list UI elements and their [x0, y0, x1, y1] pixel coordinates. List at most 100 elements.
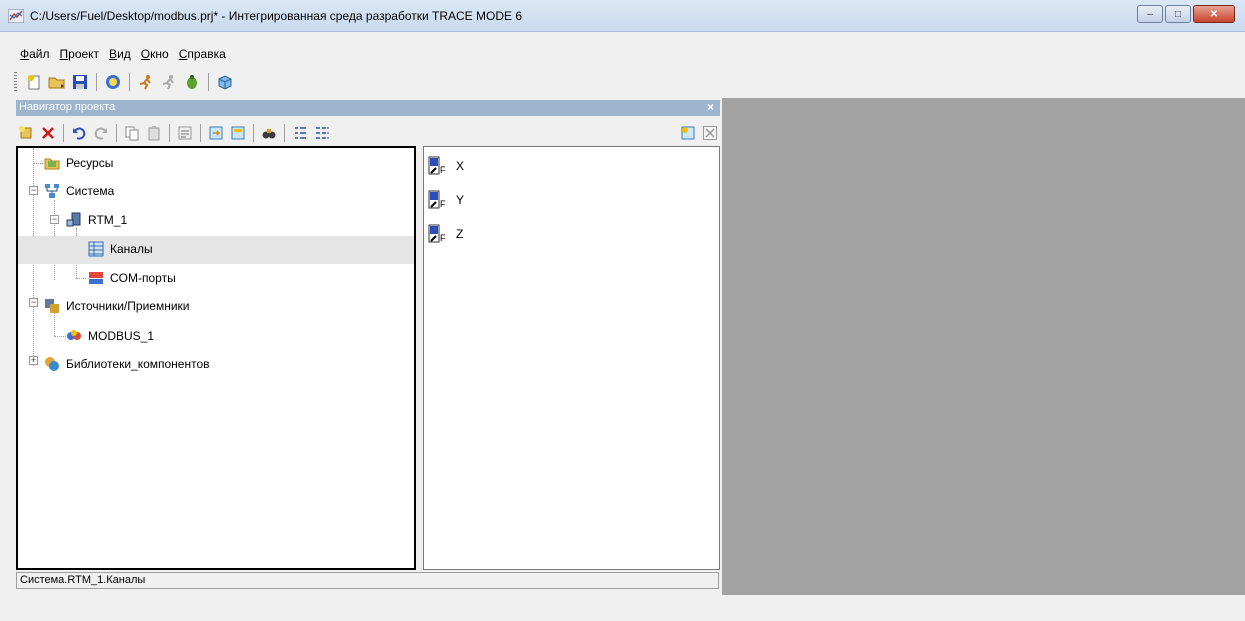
list-item-channel-z[interactable]: F Z [428, 223, 463, 245]
collapse-toggle-sources[interactable]: − [29, 298, 38, 307]
toolbar-separator [208, 73, 209, 91]
selection-path-bar: Система.RTM_1.Каналы [16, 572, 719, 589]
tree-item-modbus1[interactable]: MODBUS_1 [66, 326, 154, 346]
toolbar-separator [116, 124, 117, 142]
toolbar-separator [253, 124, 254, 142]
info-button[interactable] [103, 72, 123, 92]
detail-view-button[interactable] [312, 123, 332, 143]
box-icon [218, 75, 232, 90]
navigator-toolbar [16, 120, 720, 146]
runner-icon [139, 75, 151, 90]
network-icon [45, 184, 59, 198]
create-node-button[interactable] [16, 123, 36, 143]
navigator-header: Навигатор проекта × [16, 100, 720, 116]
tree-item-component-libraries[interactable]: Библиотеки_компонентов [44, 354, 210, 374]
float-channel-icon: F [428, 224, 446, 243]
tree-item-channels[interactable]: Каналы [88, 239, 153, 259]
tree-item-resources[interactable]: Ресурсы [44, 153, 113, 173]
panel-close-icon [703, 126, 717, 140]
rtm-node-icon [66, 212, 81, 227]
menu-bar: Файл Проект Вид Окно Справка [0, 44, 232, 64]
com-port-icon [89, 272, 103, 284]
properties-button[interactable] [175, 123, 195, 143]
tree-item-com-ports[interactable]: COM-порты [88, 268, 176, 288]
run-button[interactable] [136, 72, 156, 92]
run-disabled-button[interactable] [159, 72, 179, 92]
paste-icon [148, 126, 160, 141]
toolbar-separator [129, 73, 130, 91]
copy-button[interactable] [122, 123, 142, 143]
export-button[interactable] [206, 123, 226, 143]
project-tree[interactable]: − − − + Ресурсы Система RTM_1 Каналы COM… [16, 146, 416, 570]
list-item-channel-x[interactable]: F X [428, 155, 464, 177]
toolbar-separator [96, 73, 97, 91]
selection-path: Система.RTM_1.Каналы [20, 574, 146, 586]
channels-icon [88, 241, 104, 257]
compile-button[interactable] [215, 72, 235, 92]
new-project-button[interactable] [24, 72, 44, 92]
toolbar-separator [284, 124, 285, 142]
tree-connector [33, 163, 43, 164]
menu-project[interactable]: Проект [56, 44, 106, 64]
open-project-button[interactable] [47, 72, 67, 92]
maximize-button[interactable]: □ [1165, 5, 1191, 23]
panel-close-button[interactable] [700, 123, 720, 143]
workspace-area [722, 98, 1245, 595]
trace-mode-app-icon [8, 9, 24, 23]
debug-button[interactable] [182, 72, 202, 92]
collapse-toggle-rtm1[interactable]: − [50, 215, 59, 224]
resources-folder-icon [44, 158, 60, 170]
expand-toggle-libraries[interactable]: + [29, 356, 38, 365]
binoculars-icon [262, 129, 276, 139]
import-button[interactable] [228, 123, 248, 143]
main-toolbar [14, 70, 235, 94]
minimize-icon: – [1147, 8, 1153, 20]
minimize-button[interactable]: – [1137, 5, 1163, 23]
close-button[interactable]: ✕ [1193, 5, 1235, 23]
float-channel-icon: F [428, 156, 446, 175]
menu-help[interactable]: Справка [175, 44, 232, 64]
copy-icon [125, 126, 139, 141]
properties-icon [178, 126, 192, 140]
save-button[interactable] [70, 72, 90, 92]
undo-button[interactable] [69, 123, 89, 143]
detail-view-icon [316, 127, 329, 139]
runner-gray-icon [162, 75, 174, 90]
delete-button[interactable] [38, 123, 58, 143]
panel-options-button[interactable] [678, 123, 698, 143]
redo-icon [94, 127, 107, 140]
tree-item-sources-receivers[interactable]: Источники/Приемники [44, 296, 189, 316]
panel-settings-icon [681, 126, 695, 140]
undo-icon [73, 127, 86, 140]
redo-button[interactable] [91, 123, 111, 143]
new-file-icon [28, 75, 40, 90]
info-icon [106, 75, 120, 89]
float-channel-icon: F [428, 190, 446, 209]
tree-connector [54, 336, 66, 337]
tree-item-system[interactable]: Система [44, 181, 114, 201]
list-item-channel-y[interactable]: F Y [428, 189, 464, 211]
menu-file[interactable]: Файл [16, 44, 56, 64]
paste-button[interactable] [144, 123, 164, 143]
new-node-icon [19, 126, 32, 139]
channel-list[interactable]: F X F Y F Z [423, 146, 720, 570]
save-icon [73, 75, 87, 89]
sources-icon [45, 299, 59, 313]
toolbar-grip[interactable] [14, 72, 17, 92]
list-view-button[interactable] [290, 123, 310, 143]
menu-window[interactable]: Окно [137, 44, 175, 64]
find-button[interactable] [259, 123, 279, 143]
import-icon [231, 126, 245, 140]
tree-selection-highlight [18, 236, 414, 264]
delete-icon [42, 127, 54, 139]
tree-connector [76, 278, 86, 279]
tree-item-rtm1[interactable]: RTM_1 [66, 210, 127, 230]
close-icon: ✕ [1209, 8, 1219, 20]
window-title: C:/Users/Fuel/Desktop/modbus.prj* - Инте… [30, 9, 523, 23]
collapse-toggle-sistema[interactable]: − [29, 186, 38, 195]
maximize-icon: □ [1174, 8, 1182, 20]
navigator-close-icon[interactable]: × [707, 100, 714, 114]
menu-view[interactable]: Вид [105, 44, 137, 64]
navigator-title: Навигатор проекта [19, 101, 116, 113]
svg-text:F: F [440, 165, 446, 175]
